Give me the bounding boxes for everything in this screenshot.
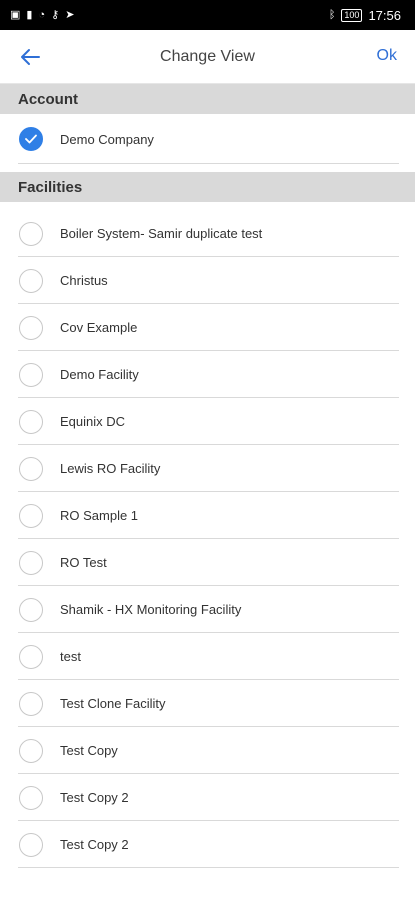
facility-label: test [60,649,81,664]
list-item[interactable]: RO Test [0,539,415,586]
list-item[interactable]: test [0,633,415,680]
page-title: Change View [160,47,255,65]
status-left-icons: ▣ ▮ ◔ ⚷ ➤ [10,8,75,21]
facility-label: RO Test [60,555,107,570]
radio-circle-icon[interactable] [19,409,43,434]
facility-label: Equinix DC [60,414,126,429]
radio-circle-icon[interactable] [19,550,43,575]
list-item[interactable]: Christus [0,257,415,304]
radio-circle-icon[interactable] [19,738,43,763]
facilities-section-header: Facilities [0,172,415,202]
radio-circle-icon[interactable] [19,785,43,810]
facility-label: Christus [60,273,108,288]
list-item[interactable]: Shamik - HX Monitoring Facility [0,586,415,633]
list-item[interactable]: Demo Facility [0,351,415,398]
arrow-left-icon [21,49,40,65]
radio-circle-icon[interactable] [19,644,43,669]
facilities-list: Boiler System- Samir duplicate test Chri… [0,210,415,868]
account-item-demo-company[interactable]: Demo Company [0,114,415,164]
list-item[interactable]: RO Sample 1 [0,492,415,539]
status-right-icons: ᛒ 100 17:56 [329,8,401,23]
facility-label: Test Copy 2 [60,790,129,805]
list-item[interactable]: Test Clone Facility [0,680,415,727]
location-icon: ➤ [65,8,75,21]
radio-circle-icon[interactable] [19,315,43,340]
radio-circle-icon[interactable] [19,597,43,622]
signal-icon: ▮ [26,8,33,21]
list-item[interactable]: Test Copy [0,727,415,774]
list-item[interactable]: Cov Example [0,304,415,351]
radio-circle-icon[interactable] [19,691,43,716]
battery-indicator: 100 [341,8,363,22]
bluetooth-icon: ᛒ [328,8,336,21]
app-bar: Change View Ok [0,30,415,84]
radio-circle-icon[interactable] [19,362,43,387]
facility-label: Test Copy 2 [60,837,129,852]
notification-icon: ▣ [10,8,21,21]
facility-label: Test Clone Facility [60,696,166,711]
account-section-header: Account [0,84,415,114]
list-item[interactable]: Boiler System- Samir duplicate test [0,210,415,257]
list-item[interactable]: Test Copy 2 [0,774,415,821]
radio-circle-icon[interactable] [19,268,43,293]
status-bar: ▣ ▮ ◔ ⚷ ➤ ᛒ 100 17:56 [0,0,415,30]
list-item[interactable]: Lewis RO Facility [0,445,415,492]
radio-circle-icon[interactable] [19,503,43,528]
ok-button[interactable]: Ok [377,47,397,65]
wifi-icon: ◔ [38,8,46,21]
facility-label: Shamik - HX Monitoring Facility [60,602,242,617]
account-item-label: Demo Company [60,131,154,147]
radio-circle-icon[interactable] [19,456,43,481]
check-circle-icon[interactable] [19,127,43,151]
facility-label: Demo Facility [60,367,139,382]
facility-label: RO Sample 1 [60,508,139,523]
checkmark-icon [25,134,37,144]
back-button[interactable] [16,43,44,71]
facility-label: Lewis RO Facility [60,461,161,476]
status-time: 17:56 [368,7,401,23]
radio-circle-icon[interactable] [19,221,43,246]
key-icon: ⚷ [51,8,60,21]
radio-circle-icon[interactable] [19,832,43,857]
list-item[interactable]: Equinix DC [0,398,415,445]
facility-label: Boiler System- Samir duplicate test [60,226,263,241]
list-item[interactable]: Test Copy 2 [0,821,415,868]
facility-label: Cov Example [60,320,138,335]
facility-label: Test Copy [60,743,118,758]
